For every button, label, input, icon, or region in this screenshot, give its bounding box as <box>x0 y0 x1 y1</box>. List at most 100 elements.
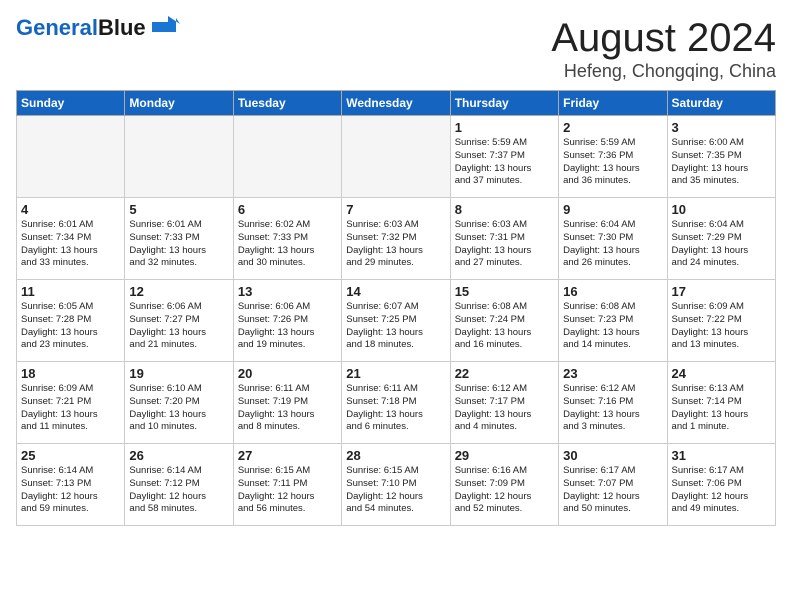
cell-content: Sunrise: 6:06 AM Sunset: 7:27 PM Dayligh… <box>129 301 228 352</box>
cell-content: Sunrise: 6:09 AM Sunset: 7:22 PM Dayligh… <box>672 301 771 352</box>
day-of-week-thursday: Thursday <box>450 91 558 116</box>
calendar-table: SundayMondayTuesdayWednesdayThursdayFrid… <box>16 90 776 526</box>
cell-content: Sunrise: 6:11 AM Sunset: 7:19 PM Dayligh… <box>238 383 337 434</box>
calendar-cell: 5 Sunrise: 6:01 AM Sunset: 7:33 PM Daylig… <box>125 198 233 280</box>
cell-content: Sunrise: 5:59 AM Sunset: 7:37 PM Dayligh… <box>455 137 554 188</box>
day-of-week-friday: Friday <box>559 91 667 116</box>
calendar-cell: 17 Sunrise: 6:09 AM Sunset: 7:22 PM Dayli… <box>667 280 775 362</box>
day-of-week-monday: Monday <box>125 91 233 116</box>
day-of-week-sunday: Sunday <box>17 91 125 116</box>
calendar-cell: 14 Sunrise: 6:07 AM Sunset: 7:25 PM Dayli… <box>342 280 450 362</box>
day-number: 8 <box>455 202 554 217</box>
day-number: 11 <box>21 284 120 299</box>
logo-arrow-icon <box>148 14 180 34</box>
title-area: August 2024 Hefeng, Chongqing, China <box>551 16 776 82</box>
cell-content: Sunrise: 6:02 AM Sunset: 7:33 PM Dayligh… <box>238 219 337 270</box>
calendar-cell: 1 Sunrise: 5:59 AM Sunset: 7:37 PM Daylig… <box>450 116 558 198</box>
calendar-cell: 9 Sunrise: 6:04 AM Sunset: 7:30 PM Daylig… <box>559 198 667 280</box>
day-number: 20 <box>238 366 337 381</box>
day-number: 31 <box>672 448 771 463</box>
calendar-cell <box>125 116 233 198</box>
calendar-cell: 21 Sunrise: 6:11 AM Sunset: 7:18 PM Dayli… <box>342 362 450 444</box>
cell-content: Sunrise: 6:09 AM Sunset: 7:21 PM Dayligh… <box>21 383 120 434</box>
cell-content: Sunrise: 6:04 AM Sunset: 7:30 PM Dayligh… <box>563 219 662 270</box>
cell-content: Sunrise: 6:14 AM Sunset: 7:12 PM Dayligh… <box>129 465 228 516</box>
day-number: 9 <box>563 202 662 217</box>
day-number: 24 <box>672 366 771 381</box>
cell-content: Sunrise: 6:12 AM Sunset: 7:16 PM Dayligh… <box>563 383 662 434</box>
day-number: 18 <box>21 366 120 381</box>
cell-content: Sunrise: 6:15 AM Sunset: 7:10 PM Dayligh… <box>346 465 445 516</box>
calendar-cell: 4 Sunrise: 6:01 AM Sunset: 7:34 PM Daylig… <box>17 198 125 280</box>
cell-content: Sunrise: 6:13 AM Sunset: 7:14 PM Dayligh… <box>672 383 771 434</box>
week-row-2: 4 Sunrise: 6:01 AM Sunset: 7:34 PM Daylig… <box>17 198 776 280</box>
cell-content: Sunrise: 5:59 AM Sunset: 7:36 PM Dayligh… <box>563 137 662 188</box>
day-number: 21 <box>346 366 445 381</box>
cell-content: Sunrise: 6:04 AM Sunset: 7:29 PM Dayligh… <box>672 219 771 270</box>
day-number: 2 <box>563 120 662 135</box>
calendar-cell: 23 Sunrise: 6:12 AM Sunset: 7:16 PM Dayli… <box>559 362 667 444</box>
calendar-cell <box>233 116 341 198</box>
day-number: 1 <box>455 120 554 135</box>
day-number: 15 <box>455 284 554 299</box>
month-title: August 2024 <box>551 16 776 61</box>
logo-general: General <box>16 15 98 40</box>
calendar-cell: 27 Sunrise: 6:15 AM Sunset: 7:11 PM Dayli… <box>233 444 341 526</box>
week-row-5: 25 Sunrise: 6:14 AM Sunset: 7:13 PM Dayli… <box>17 444 776 526</box>
cell-content: Sunrise: 6:05 AM Sunset: 7:28 PM Dayligh… <box>21 301 120 352</box>
day-number: 3 <box>672 120 771 135</box>
cell-content: Sunrise: 6:10 AM Sunset: 7:20 PM Dayligh… <box>129 383 228 434</box>
day-number: 7 <box>346 202 445 217</box>
calendar-cell: 8Sunrise: 6:03 AM Sunset: 7:31 PM Daylig… <box>450 198 558 280</box>
logo: GeneralBlue <box>16 16 180 40</box>
day-number: 16 <box>563 284 662 299</box>
cell-content: Sunrise: 6:08 AM Sunset: 7:24 PM Dayligh… <box>455 301 554 352</box>
calendar-cell: 29Sunrise: 6:16 AM Sunset: 7:09 PM Dayli… <box>450 444 558 526</box>
cell-content: Sunrise: 6:15 AM Sunset: 7:11 PM Dayligh… <box>238 465 337 516</box>
calendar-cell: 20 Sunrise: 6:11 AM Sunset: 7:19 PM Dayli… <box>233 362 341 444</box>
day-number: 5 <box>129 202 228 217</box>
day-number: 27 <box>238 448 337 463</box>
day-number: 23 <box>563 366 662 381</box>
calendar-cell: 3Sunrise: 6:00 AM Sunset: 7:35 PM Daylig… <box>667 116 775 198</box>
day-number: 25 <box>21 448 120 463</box>
logo-text: GeneralBlue <box>16 16 146 40</box>
calendar-cell: 10Sunrise: 6:04 AM Sunset: 7:29 PM Dayli… <box>667 198 775 280</box>
calendar-cell: 19Sunrise: 6:10 AM Sunset: 7:20 PM Dayli… <box>125 362 233 444</box>
day-number: 29 <box>455 448 554 463</box>
calendar-cell: 12 Sunrise: 6:06 AM Sunset: 7:27 PM Dayli… <box>125 280 233 362</box>
cell-content: Sunrise: 6:07 AM Sunset: 7:25 PM Dayligh… <box>346 301 445 352</box>
calendar-cell: 11 Sunrise: 6:05 AM Sunset: 7:28 PM Dayli… <box>17 280 125 362</box>
calendar-cell <box>17 116 125 198</box>
week-row-4: 18 Sunrise: 6:09 AM Sunset: 7:21 PM Dayli… <box>17 362 776 444</box>
calendar-cell: 31 Sunrise: 6:17 AM Sunset: 7:06 PM Dayli… <box>667 444 775 526</box>
week-row-1: 1 Sunrise: 5:59 AM Sunset: 7:37 PM Daylig… <box>17 116 776 198</box>
day-header-row: SundayMondayTuesdayWednesdayThursdayFrid… <box>17 91 776 116</box>
location-title: Hefeng, Chongqing, China <box>551 61 776 82</box>
day-number: 6 <box>238 202 337 217</box>
calendar-cell <box>342 116 450 198</box>
day-number: 13 <box>238 284 337 299</box>
day-number: 12 <box>129 284 228 299</box>
day-number: 4 <box>21 202 120 217</box>
header: GeneralBlue August 2024 Hefeng, Chongqin… <box>16 16 776 82</box>
calendar-cell: 24 Sunrise: 6:13 AM Sunset: 7:14 PM Dayli… <box>667 362 775 444</box>
cell-content: Sunrise: 6:01 AM Sunset: 7:33 PM Dayligh… <box>129 219 228 270</box>
cell-content: Sunrise: 6:01 AM Sunset: 7:34 PM Dayligh… <box>21 219 120 270</box>
cell-content: Sunrise: 6:17 AM Sunset: 7:06 PM Dayligh… <box>672 465 771 516</box>
cell-content: Sunrise: 6:11 AM Sunset: 7:18 PM Dayligh… <box>346 383 445 434</box>
week-row-3: 11 Sunrise: 6:05 AM Sunset: 7:28 PM Dayli… <box>17 280 776 362</box>
calendar-cell: 18 Sunrise: 6:09 AM Sunset: 7:21 PM Dayli… <box>17 362 125 444</box>
day-of-week-tuesday: Tuesday <box>233 91 341 116</box>
cell-content: Sunrise: 6:17 AM Sunset: 7:07 PM Dayligh… <box>563 465 662 516</box>
calendar-cell: 30Sunrise: 6:17 AM Sunset: 7:07 PM Dayli… <box>559 444 667 526</box>
calendar-cell: 7Sunrise: 6:03 AM Sunset: 7:32 PM Daylig… <box>342 198 450 280</box>
day-number: 14 <box>346 284 445 299</box>
cell-content: Sunrise: 6:14 AM Sunset: 7:13 PM Dayligh… <box>21 465 120 516</box>
cell-content: Sunrise: 6:06 AM Sunset: 7:26 PM Dayligh… <box>238 301 337 352</box>
calendar-cell: 16 Sunrise: 6:08 AM Sunset: 7:23 PM Dayli… <box>559 280 667 362</box>
day-number: 22 <box>455 366 554 381</box>
calendar-cell: 28Sunrise: 6:15 AM Sunset: 7:10 PM Dayli… <box>342 444 450 526</box>
cell-content: Sunrise: 6:08 AM Sunset: 7:23 PM Dayligh… <box>563 301 662 352</box>
day-number: 17 <box>672 284 771 299</box>
